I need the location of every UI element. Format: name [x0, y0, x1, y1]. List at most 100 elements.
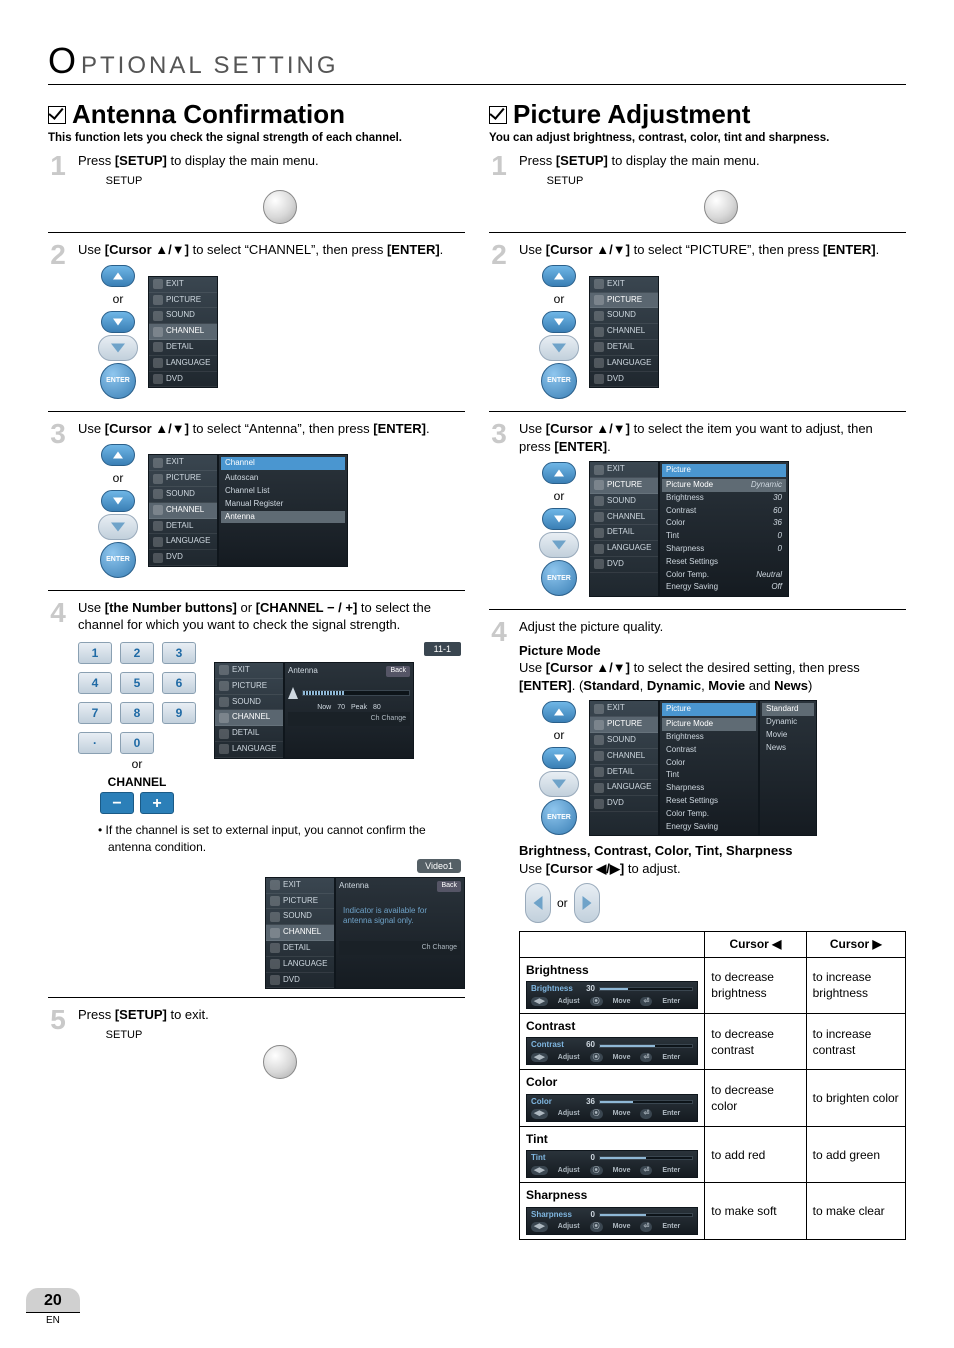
step-number: 2	[48, 241, 68, 403]
menu-item-exit: EXIT	[590, 462, 658, 478]
menu-item-exit: EXIT	[215, 663, 283, 679]
adjust-label-cell: ContrastContrast60◀▶Adjust⦿Move⏎Enter	[520, 1014, 705, 1070]
submenu-antenna: Antenna	[221, 511, 345, 524]
adjust-icon: ◀▶	[531, 1222, 548, 1231]
number-pad: 1 2 3 4 5 6 7 8 9 · 0	[78, 642, 196, 754]
num-key-8: 8	[120, 702, 154, 724]
menu-item-picture: PICTURE	[590, 717, 658, 733]
enter-key: [ENTER]	[554, 439, 607, 454]
back-pill: Back	[386, 666, 410, 677]
menu-item-exit: EXIT	[266, 878, 334, 894]
osd-main-picture: EXIT PICTURE SOUND CHANNEL DETAIL LANGUA…	[589, 276, 659, 389]
channel-pm-key: [CHANNEL − / +]	[256, 600, 358, 615]
submenu-autoscan: Autoscan	[221, 472, 345, 485]
setup-button-icon	[263, 1045, 297, 1079]
right-column: Picture Adjustment You can adjust bright…	[489, 95, 906, 1240]
table-row: BrightnessBrightness30◀▶Adjust⦿Move⏎Ente…	[520, 957, 906, 1013]
dvd-icon	[594, 799, 604, 809]
arrow-down-icon	[539, 771, 579, 797]
cursor-up-icon	[542, 265, 576, 287]
setup-button-block: SETUP	[94, 174, 465, 225]
remote-cluster: or ENTER EXIT PICTURE SOUND CHANNEL	[539, 461, 906, 597]
osd-picture-mode-options: EXIT PICTURE SOUND CHANNEL DETAIL LANGUA…	[589, 700, 817, 836]
step-body: Adjust the picture quality. Picture Mode…	[519, 618, 906, 1240]
osd-header: Channel	[221, 457, 345, 470]
osd-antenna-right: Antenna Back Now 70	[284, 662, 414, 759]
menu-item-detail: DETAIL	[590, 340, 658, 356]
menu-item-detail: DETAIL	[590, 765, 658, 781]
picture-mode-title: Picture Mode	[519, 642, 906, 660]
osd-antenna: EXIT PICTURE SOUND CHANNEL DETAIL LANGUA…	[214, 662, 465, 759]
right-step-1: 1 Press [SETUP] to display the main menu…	[489, 152, 906, 224]
num-key-2: 2	[120, 642, 154, 664]
osd-left-list: EXIT PICTURE SOUND CHANNEL DETAIL LANGUA…	[265, 877, 335, 990]
menu-item-sound: SOUND	[149, 308, 217, 324]
osd-left-list: EXIT PICTURE SOUND CHANNEL DETAIL LANGUA…	[148, 454, 218, 567]
sound-icon	[594, 311, 604, 321]
enter-button-icon: ENTER	[541, 799, 577, 835]
slider-box: Tint0◀▶Adjust⦿Move⏎Enter	[526, 1150, 698, 1178]
effect-left: to add red	[705, 1126, 806, 1182]
setup-button-block: SETUP	[535, 174, 906, 225]
menu-item-sound: SOUND	[590, 733, 658, 749]
number-buttons-key: [the Number buttons]	[105, 600, 237, 615]
menu-item-exit: EXIT	[590, 701, 658, 717]
menu-item-exit: EXIT	[590, 277, 658, 293]
ext-message: Indicator is available for antenna signa…	[343, 906, 457, 928]
remote-cluster: or ENTER EXIT PICTURE SOUND CHANNEL	[98, 265, 465, 399]
detail-icon	[219, 729, 229, 739]
setup-label: SETUP	[94, 1028, 154, 1043]
menu-item-sound: SOUND	[590, 308, 658, 324]
channel-icon	[594, 512, 604, 522]
cursor-down-icon	[101, 311, 135, 333]
step-body: Press [SETUP] to display the main menu. …	[78, 152, 465, 224]
dvd-icon	[153, 553, 163, 563]
or-label: or	[554, 291, 565, 307]
menu-item-picture: PICTURE	[149, 471, 217, 487]
t: to exit.	[167, 1007, 209, 1022]
t: Use	[78, 421, 105, 436]
enter-icon: ⏎	[640, 1166, 652, 1175]
row-sharpness: Sharpness0	[662, 543, 786, 556]
step-number: 2	[489, 241, 509, 403]
osd-channel-submenu: EXIT PICTURE SOUND CHANNEL DETAIL LANGUA…	[148, 454, 348, 567]
antenna-osd-block: 11-1 EXIT PICTURE SOUND CHANNEL DETAIL L…	[214, 642, 465, 759]
channel-icon	[153, 327, 163, 337]
effect-right: to increase contrast	[806, 1014, 905, 1070]
dvd-icon	[594, 559, 604, 569]
t: .	[876, 242, 880, 257]
sound-icon	[153, 311, 163, 321]
sound-icon	[270, 912, 280, 922]
left-column: Antenna Confirmation This function lets …	[48, 95, 465, 1240]
menu-item-dvd: DVD	[149, 372, 217, 388]
language-icon	[219, 744, 229, 754]
th-empty	[520, 932, 705, 957]
effect-right: to increase brightness	[806, 957, 905, 1013]
exit-icon	[153, 279, 163, 289]
menu-item-dvd: DVD	[590, 796, 658, 812]
or-label: or	[113, 291, 124, 307]
menu-item-detail: DETAIL	[149, 519, 217, 535]
adjust-label-cell: BrightnessBrightness30◀▶Adjust⦿Move⏎Ente…	[520, 957, 705, 1013]
th-cursor-left: Cursor ◀	[705, 932, 806, 957]
antenna-icon	[288, 687, 298, 699]
cursor-key: [Cursor ▲/▼]	[546, 242, 630, 257]
enter-button-icon: ENTER	[541, 363, 577, 399]
menu-item-exit: EXIT	[149, 277, 217, 293]
cursor-down-icon	[542, 508, 576, 530]
bcts-title: Brightness, Contrast, Color, Tint, Sharp…	[519, 842, 906, 860]
header-text: PTIONAL SETTING	[81, 52, 338, 80]
setup-button-icon	[704, 190, 738, 224]
row-energy: Energy SavingOff	[662, 581, 786, 594]
setup-key: [SETUP]	[556, 153, 608, 168]
slider-box: Sharpness0◀▶Adjust⦿Move⏎Enter	[526, 1207, 698, 1235]
table-row: SharpnessSharpness0◀▶Adjust⦿Move⏎Enterto…	[520, 1183, 906, 1239]
menu-item-dvd: DVD	[590, 372, 658, 388]
submenu-channel-list: Channel List	[221, 485, 345, 498]
or-label: or	[557, 895, 568, 911]
slider-box: Brightness30◀▶Adjust⦿Move⏎Enter	[526, 981, 698, 1009]
adjust-label-cell: TintTint0◀▶Adjust⦿Move⏎Enter	[520, 1126, 705, 1182]
sound-icon	[594, 735, 604, 745]
dvd-icon	[153, 374, 163, 384]
bcts-line: Use [Cursor ◀/▶] to adjust.	[519, 860, 906, 878]
